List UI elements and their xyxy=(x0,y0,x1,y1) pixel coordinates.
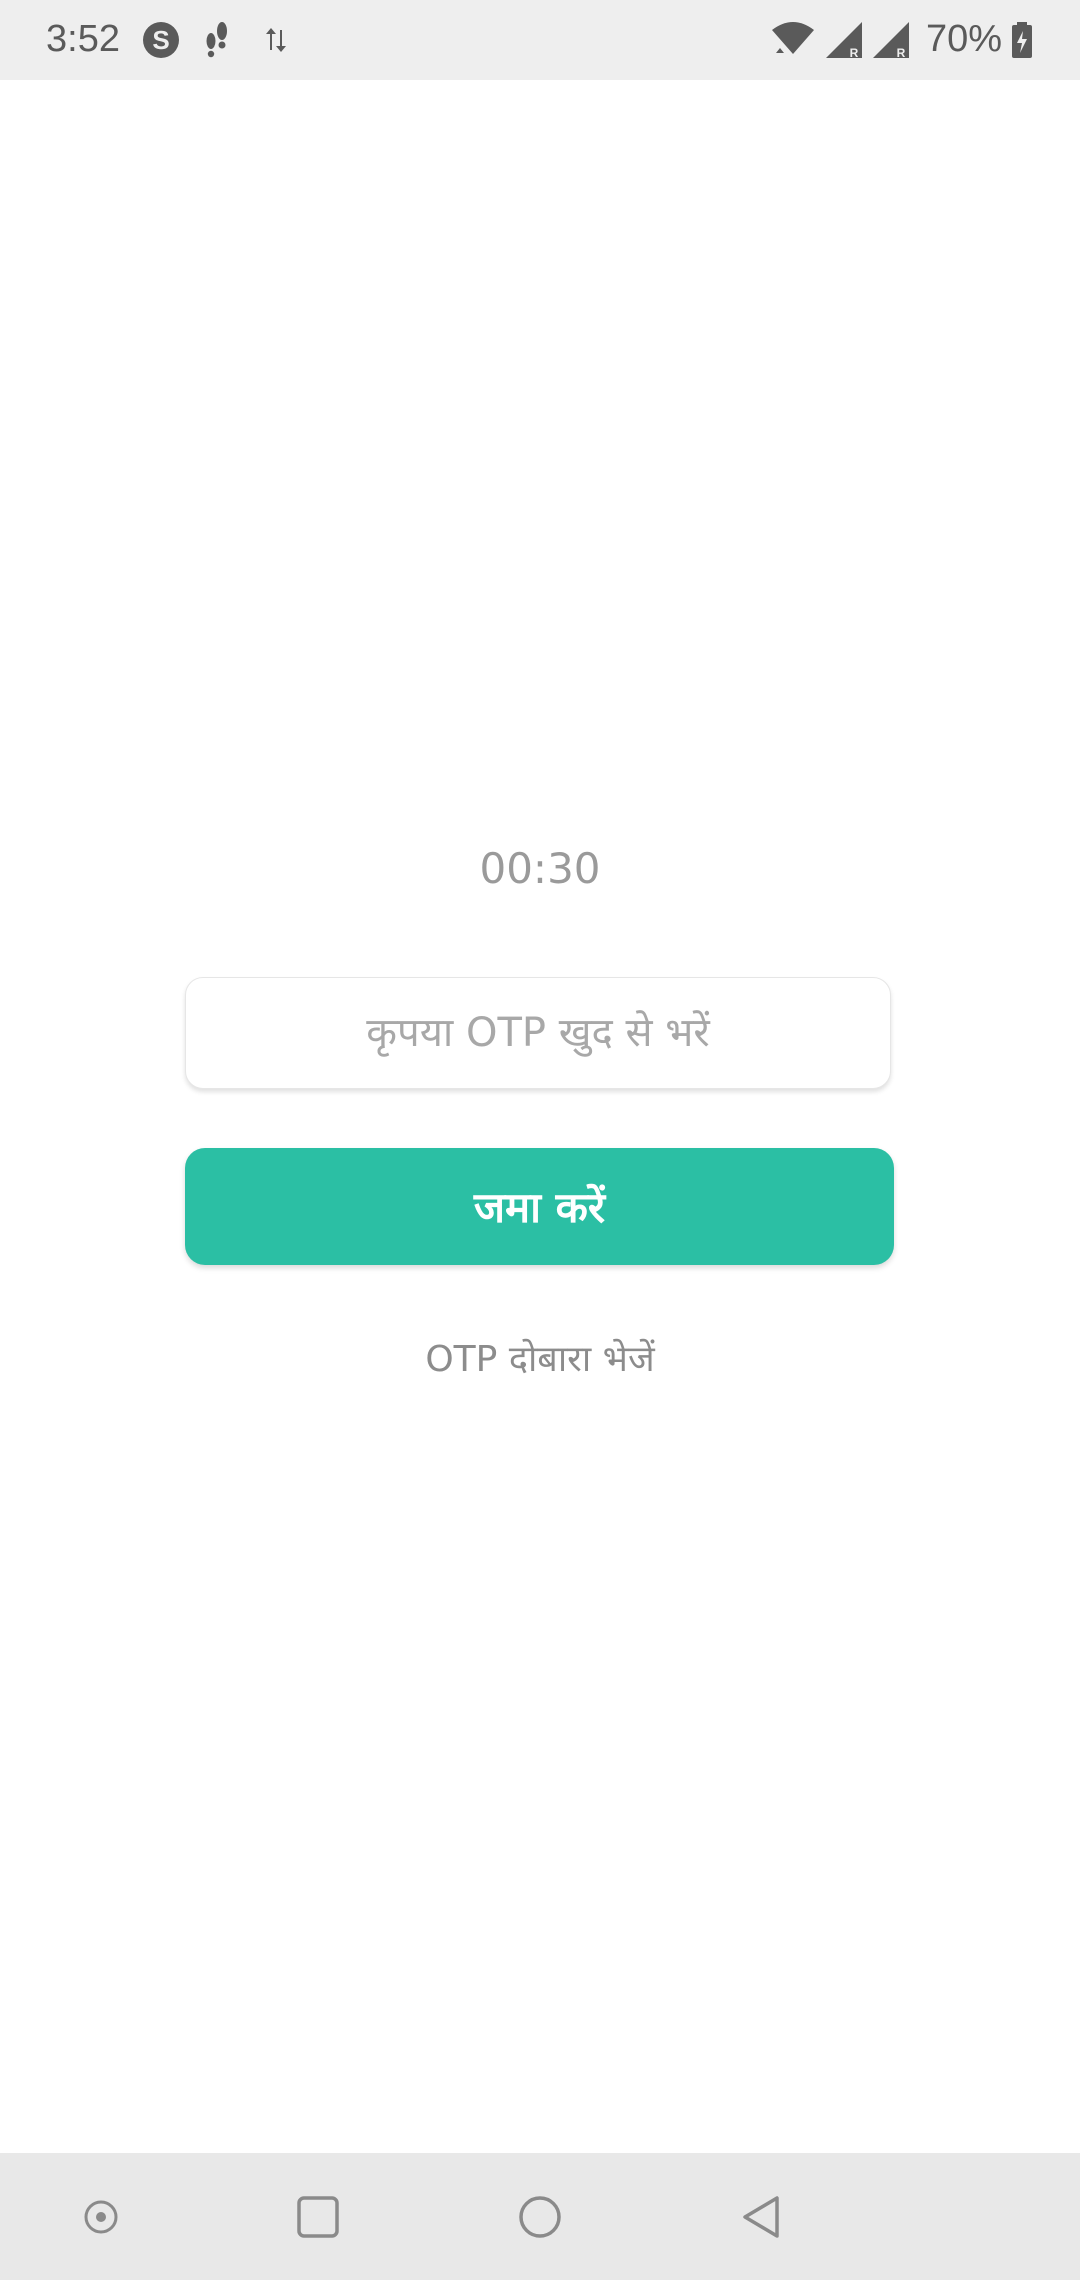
signal-r-icon: R xyxy=(826,22,862,60)
signal-r-icon: R xyxy=(873,22,909,60)
recents-icon xyxy=(297,2196,339,2238)
skype-icon: S xyxy=(143,22,179,58)
home-icon xyxy=(519,2196,561,2238)
assist-icon xyxy=(84,2200,118,2234)
back-icon xyxy=(743,2196,779,2238)
wifi-icon xyxy=(772,22,814,54)
submit-button[interactable]: जमा करें xyxy=(185,1148,894,1265)
footsteps-icon xyxy=(206,22,227,58)
battery-percentage: 70% xyxy=(926,18,1003,60)
otp-input[interactable] xyxy=(186,978,890,1088)
svg-text:R: R xyxy=(897,46,906,60)
svg-text:R: R xyxy=(850,46,859,60)
battery-charging-icon xyxy=(1012,22,1032,58)
data-transfer-icon xyxy=(266,28,286,52)
home-button[interactable] xyxy=(502,2179,578,2255)
resend-otp-link[interactable]: OTP दोबारा भेजें xyxy=(0,1333,1080,1382)
status-time: 3:52 xyxy=(46,18,120,60)
otp-field-container xyxy=(185,977,891,1089)
back-button[interactable] xyxy=(724,2179,800,2255)
countdown-timer: 00:30 xyxy=(479,844,601,893)
recents-button[interactable] xyxy=(280,2179,356,2255)
navigation-bar xyxy=(0,2153,1080,2280)
assist-button[interactable] xyxy=(63,2179,139,2255)
svg-text:S: S xyxy=(152,25,169,55)
status-bar: 3:52 S R R 70% xyxy=(0,0,1080,80)
